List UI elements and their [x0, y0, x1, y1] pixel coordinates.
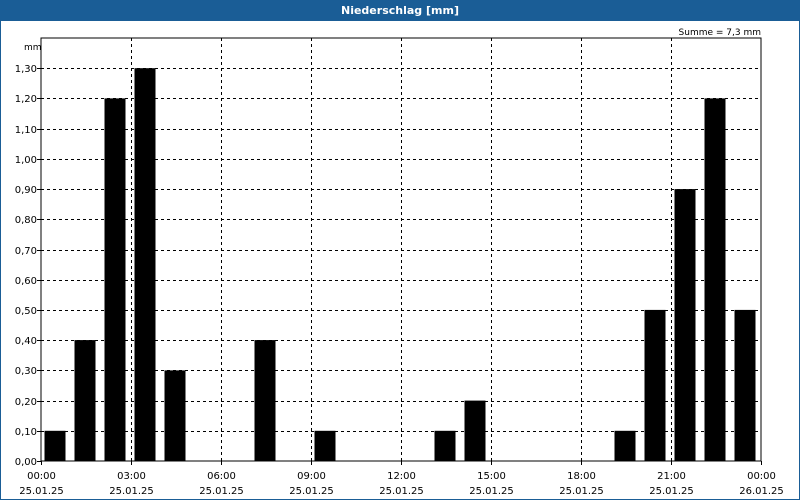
- x-tick-time-label: 03:00: [117, 471, 146, 482]
- y-tick-label: 0,70: [15, 246, 37, 257]
- y-tick-label: 0,20: [15, 397, 37, 408]
- x-tick-date-label: 25.01.25: [199, 486, 244, 497]
- y-tick-label: 0,80: [15, 215, 37, 226]
- x-tick-time-label: 00:00: [747, 471, 776, 482]
- y-tick-label: 0,40: [15, 336, 37, 347]
- precip-bar: [74, 340, 96, 461]
- precip-bar: [254, 340, 276, 461]
- sum-annotation: Summe = 7,3 mm: [679, 28, 761, 38]
- y-tick-label: 0,10: [15, 427, 37, 438]
- x-axis-ticks: 00:00 25.01.25 03:00 25.01.25 06:00 25.01.25 0…: [19, 461, 784, 497]
- x-tick-date-label: 26.01.25: [739, 486, 784, 497]
- precip-bar: [644, 309, 666, 461]
- y-axis-unit-label: mm: [24, 43, 42, 53]
- precip-bar: [704, 98, 726, 462]
- precip-bar: [314, 430, 336, 461]
- precip-bar: [434, 430, 456, 461]
- x-tick-date-label: 25.01.25: [289, 486, 334, 497]
- bars: [44, 68, 756, 462]
- precip-bar: [134, 68, 156, 461]
- x-tick-time-label: 15:00: [477, 471, 506, 482]
- y-tick-label: 0,50: [15, 306, 37, 317]
- x-tick-time-label: 21:00: [657, 471, 686, 482]
- y-tick-label: 0,00: [15, 457, 37, 468]
- x-tick-time-label: 00:00: [27, 471, 56, 482]
- x-tick-time-label: 06:00: [207, 471, 236, 482]
- x-tick-date-label: 25.01.25: [19, 486, 64, 497]
- y-tick-label: 1,00: [15, 155, 37, 166]
- y-tick-label: 1,20: [15, 94, 37, 105]
- precip-bar: [164, 370, 186, 461]
- precipitation-chart: 0,00 0,10 0,20 0,30 0,40 0,50 0,60 0,70 0,80 0,90…: [15, 28, 784, 497]
- y-tick-label: 0,90: [15, 185, 37, 196]
- x-tick-date-label: 25.01.25: [379, 486, 424, 497]
- x-tick-time-label: 18:00: [567, 471, 596, 482]
- x-tick-date-label: 25.01.25: [469, 486, 514, 497]
- y-tick-label: 1,10: [15, 125, 37, 136]
- precip-bar: [674, 189, 696, 461]
- x-tick-date-label: 25.01.25: [109, 486, 154, 497]
- y-tick-label: 0,30: [15, 366, 37, 377]
- precip-bar: [614, 430, 636, 461]
- x-tick-time-label: 09:00: [297, 471, 326, 482]
- precip-bar: [44, 430, 66, 461]
- x-tick-date-label: 25.01.25: [559, 486, 604, 497]
- y-axis-ticks: 0,00 0,10 0,20 0,30 0,40 0,50 0,60 0,70 0,80 0,90…: [15, 64, 41, 468]
- precip-bar: [104, 98, 126, 462]
- precip-bar: [734, 309, 756, 461]
- x-tick-date-label: 25.01.25: [649, 486, 694, 497]
- precip-bar: [464, 400, 486, 461]
- y-tick-label: 1,30: [15, 64, 37, 75]
- y-tick-label: 0,60: [15, 276, 37, 287]
- x-tick-time-label: 12:00: [387, 471, 416, 482]
